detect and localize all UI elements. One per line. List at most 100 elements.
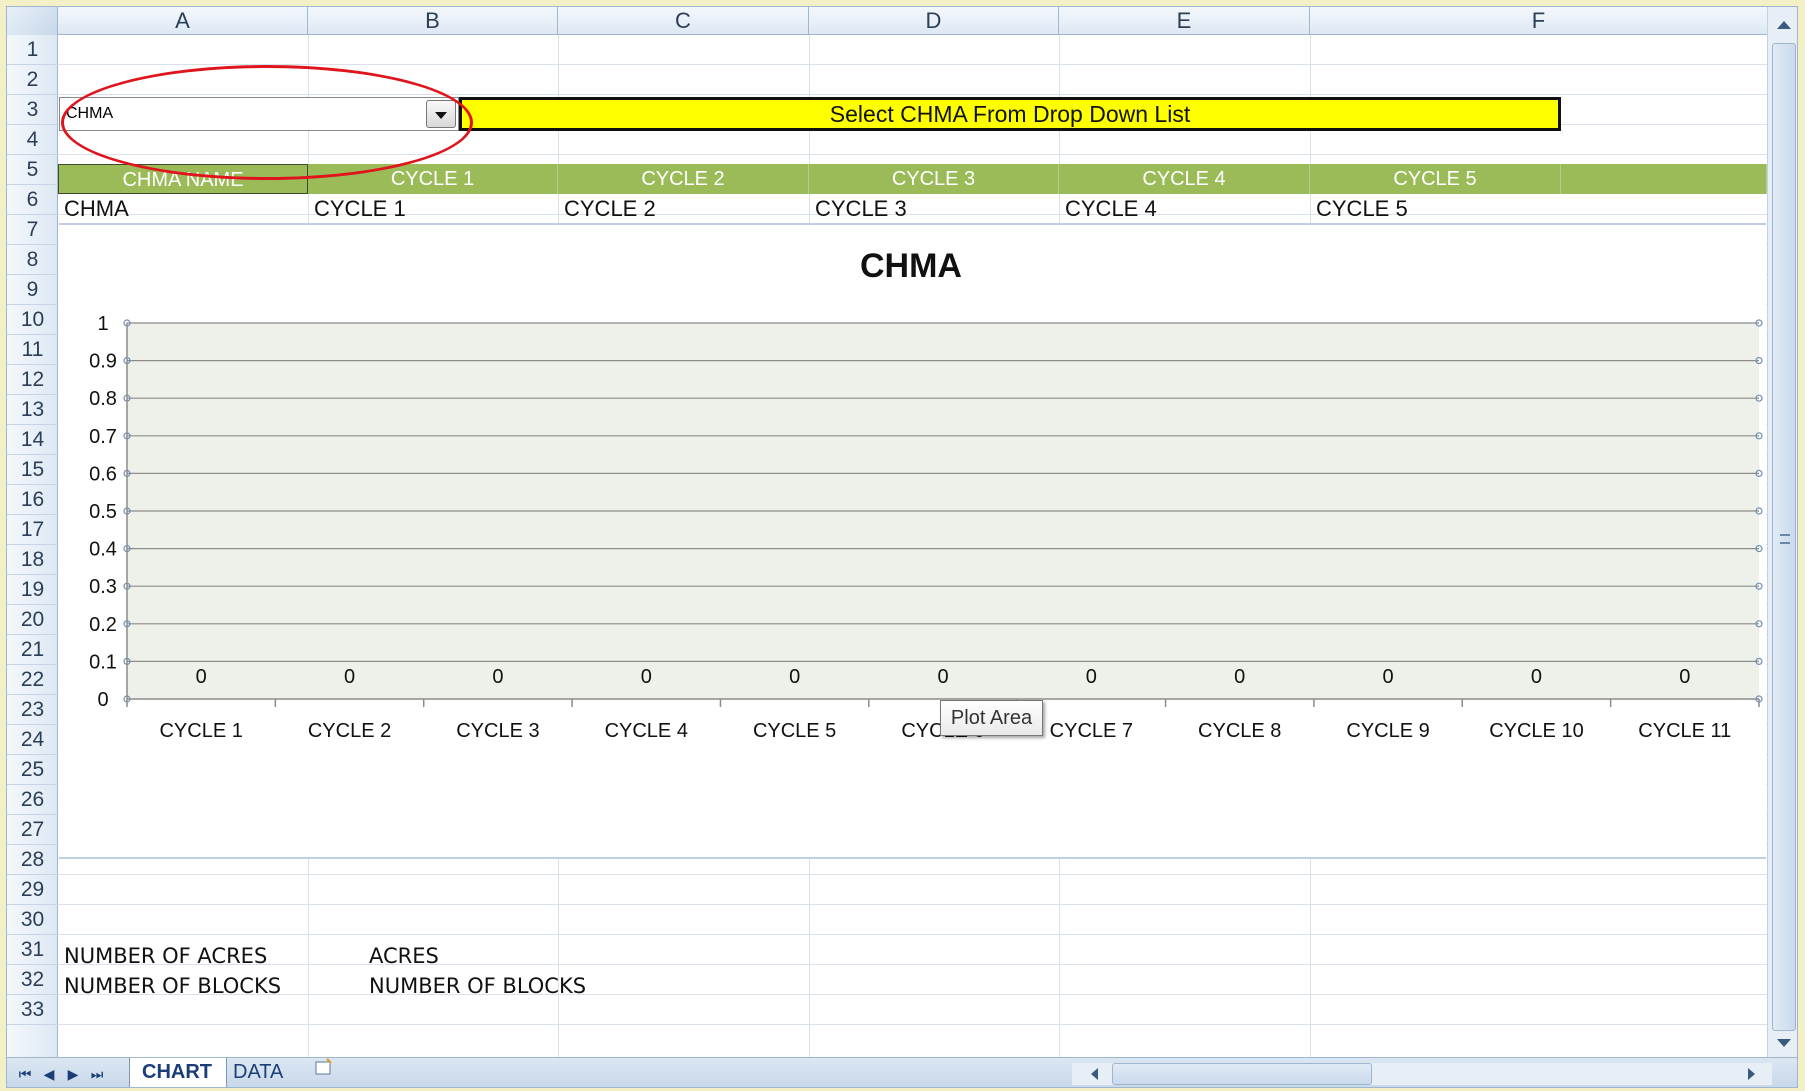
row-header-14[interactable]: 14: [7, 425, 58, 455]
row-header-18[interactable]: 18: [7, 545, 58, 575]
x-category-label: CYCLE 5: [753, 720, 836, 742]
row-header-8[interactable]: 8: [7, 245, 58, 275]
row-header-21[interactable]: 21: [7, 635, 58, 665]
cell-a5[interactable]: CHMA: [58, 194, 129, 224]
column-header-e[interactable]: E: [1059, 7, 1310, 35]
cell-c5[interactable]: CYCLE 2: [558, 194, 656, 224]
row-header-23[interactable]: 23: [7, 695, 58, 725]
data-label: 0: [1383, 666, 1394, 688]
row-header-24[interactable]: 24: [7, 725, 58, 755]
scroll-down-icon[interactable]: [1772, 1031, 1796, 1055]
row-header-10[interactable]: 10: [7, 305, 58, 335]
row-header-4[interactable]: 4: [7, 125, 58, 155]
row-header-29[interactable]: 29: [7, 875, 58, 905]
vertical-scrollbar[interactable]: [1767, 7, 1797, 1057]
chart-object[interactable]: CHMA 0 0.1 0.2 0.3 0.4 0.5 0.6 0.7 0.8 0.9 1 0 CYCLE …: [59, 223, 1766, 859]
header-cell-cycle-1[interactable]: CYCLE 1: [308, 164, 558, 194]
next-sheet-icon[interactable]: ▶: [63, 1064, 83, 1084]
row-header-7[interactable]: 7: [7, 215, 58, 245]
column-header-c[interactable]: C: [558, 7, 809, 35]
header-cell-blank[interactable]: [1561, 164, 1767, 194]
data-label: 0: [1531, 666, 1542, 688]
data-label: 0: [1086, 666, 1097, 688]
tab-data[interactable]: DATA: [221, 1058, 297, 1087]
cell-f5[interactable]: CYCLE 5: [1310, 194, 1408, 224]
row-header-22[interactable]: 22: [7, 665, 58, 695]
header-cell-cycle-2[interactable]: CYCLE 2: [558, 164, 809, 194]
row-header-25[interactable]: 25: [7, 755, 58, 785]
scroll-right-icon[interactable]: [1742, 1065, 1760, 1083]
column-header-a[interactable]: A: [58, 7, 308, 35]
cell-b31[interactable]: NUMBER OF BLOCKS: [363, 971, 586, 1001]
row-header-27[interactable]: 27: [7, 815, 58, 845]
column-header-b[interactable]: B: [308, 7, 558, 35]
row-header-2[interactable]: 2: [7, 65, 58, 95]
row-header-26[interactable]: 26: [7, 785, 58, 815]
row-header-6[interactable]: 6: [7, 185, 58, 215]
data-label: 0: [196, 666, 207, 688]
x-category-label: CYCLE 10: [1489, 720, 1584, 742]
header-cell-cycle-4[interactable]: CYCLE 4: [1059, 164, 1310, 194]
row-header-13[interactable]: 13: [7, 395, 58, 425]
chma-dropdown-value: CHMA: [66, 105, 114, 122]
row-header-17[interactable]: 17: [7, 515, 58, 545]
row-header-32[interactable]: 32: [7, 965, 58, 995]
x-category-label: CYCLE 4: [605, 720, 688, 742]
row-header-1[interactable]: 1: [7, 35, 58, 65]
horizontal-scroll-thumb[interactable]: [1112, 1063, 1372, 1085]
column-header-f[interactable]: F: [1310, 7, 1767, 35]
cell-b30[interactable]: ACRES: [363, 941, 439, 971]
row-header-15[interactable]: 15: [7, 455, 58, 485]
row-header-19[interactable]: 19: [7, 575, 58, 605]
last-sheet-icon[interactable]: ⏭: [87, 1064, 107, 1084]
y-tick-label: 0.2: [89, 614, 117, 636]
header-cell-cycle-3[interactable]: CYCLE 3: [809, 164, 1059, 194]
vertical-scroll-thumb[interactable]: [1772, 43, 1796, 1031]
chart-svg[interactable]: CHMA 0 0.1 0.2 0.3 0.4 0.5 0.6 0.7 0.8 0.9 1 0 CYCLE …: [59, 225, 1766, 861]
prev-sheet-icon[interactable]: ◀: [39, 1064, 59, 1084]
cell-b5[interactable]: CYCLE 1: [308, 194, 406, 224]
row-header-11[interactable]: 11: [7, 335, 58, 365]
row-header-20[interactable]: 20: [7, 605, 58, 635]
y-tick-label: 0.5: [89, 501, 117, 523]
row-header-12[interactable]: 12: [7, 365, 58, 395]
row-header-33[interactable]: 33: [7, 995, 58, 1025]
y-tick-label: 0: [97, 689, 108, 711]
data-label: 0: [492, 666, 503, 688]
y-tick-label: 0.4: [89, 539, 117, 561]
horizontal-scrollbar[interactable]: [1072, 1063, 1772, 1085]
row-header-3[interactable]: 3: [7, 95, 58, 125]
row-header-16[interactable]: 16: [7, 485, 58, 515]
row-header-28[interactable]: 28: [7, 845, 58, 875]
row-header-31[interactable]: 31: [7, 935, 58, 965]
row-header-30[interactable]: 30: [7, 905, 58, 935]
select-all-corner[interactable]: [7, 7, 58, 35]
data-label: 0: [641, 666, 652, 688]
y-tick-label: 0.1: [89, 651, 117, 673]
row-header-9[interactable]: 9: [7, 275, 58, 305]
header-cell-chma-name[interactable]: CHMA NAME: [58, 164, 308, 194]
x-category-label: CYCLE 11: [1638, 720, 1731, 742]
first-sheet-icon[interactable]: ⏮: [15, 1064, 35, 1084]
cell-grid[interactable]: CHMA Select CHMA From Drop Down List CHM…: [58, 35, 1767, 1057]
cell-a30[interactable]: NUMBER OF ACRES: [58, 941, 267, 971]
scroll-up-icon[interactable]: [1772, 13, 1796, 37]
y-tick-label: 0.7: [89, 426, 117, 448]
cell-a31[interactable]: NUMBER OF BLOCKS: [58, 971, 281, 1001]
scroll-left-icon[interactable]: [1086, 1065, 1104, 1083]
x-category-label: CYCLE 3: [456, 720, 539, 742]
instruction-banner: Select CHMA From Drop Down List: [459, 97, 1561, 131]
column-header-d[interactable]: D: [809, 7, 1059, 35]
x-category-label: CYCLE 2: [308, 720, 391, 742]
insert-sheet-icon[interactable]: [301, 1058, 341, 1087]
y-tick-label: 0.6: [89, 463, 117, 485]
tab-chart[interactable]: CHART: [129, 1058, 227, 1087]
chevron-down-icon[interactable]: [426, 100, 456, 128]
row-header-5[interactable]: 5: [7, 155, 58, 185]
header-cell-cycle-5[interactable]: CYCLE 5: [1310, 164, 1561, 194]
y-tick-label: 0.8: [89, 388, 117, 410]
cell-e5[interactable]: CYCLE 4: [1059, 194, 1157, 224]
cell-d5[interactable]: CYCLE 3: [809, 194, 907, 224]
chma-dropdown[interactable]: CHMA: [59, 97, 459, 131]
chart-title: CHMA: [860, 247, 962, 285]
